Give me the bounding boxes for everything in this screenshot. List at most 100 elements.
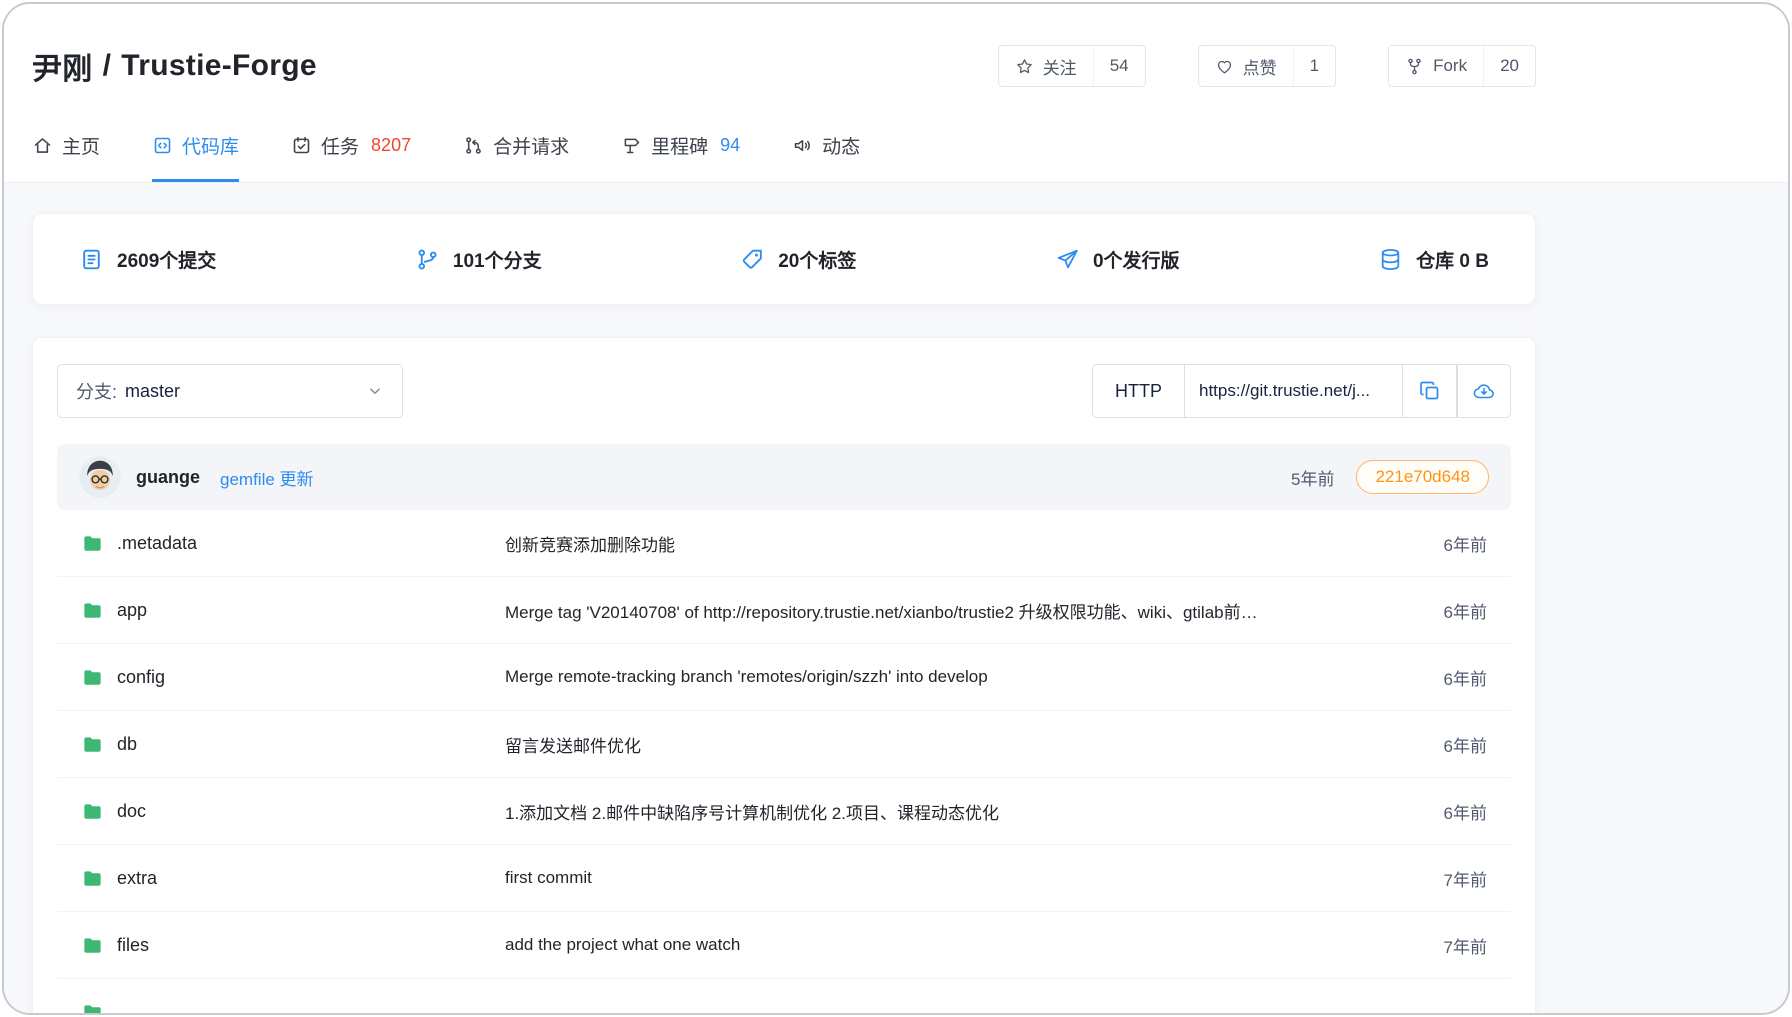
tab-bar: 主页 代码库 任务 8207 合并请求 里程碑	[32, 132, 1536, 182]
folder-icon	[81, 532, 104, 555]
activity-icon	[792, 135, 813, 156]
table-row[interactable]: db 留言发送邮件优化 6年前	[57, 711, 1511, 778]
tab-code-repo[interactable]: 代码库	[152, 132, 239, 182]
praise-button[interactable]: 点赞 1	[1198, 45, 1336, 87]
tab-tasks-label: 任务	[321, 132, 359, 159]
file-name-cell	[57, 1001, 505, 1016]
watch-count[interactable]: 54	[1093, 46, 1145, 86]
stat-releases[interactable]: 0个发行版	[1055, 246, 1180, 273]
fork-count[interactable]: 20	[1483, 46, 1535, 86]
tab-activity-label: 动态	[822, 132, 860, 159]
commit-message-link[interactable]: gemfile 更新	[220, 465, 314, 490]
repo-stats-bar: 2609个提交 101个分支 20个标签 0个发行版 仓库 0 B	[32, 213, 1536, 305]
files-toolbar: 分支: master HTTP	[57, 364, 1511, 418]
star-icon	[1015, 57, 1034, 76]
tab-activity[interactable]: 动态	[792, 132, 860, 182]
file-commit-message[interactable]: 创新竞赛添加删除功能	[505, 531, 1407, 556]
commit-icon	[79, 247, 104, 272]
avatar[interactable]	[79, 456, 121, 498]
commit-sha-badge[interactable]: 221e70d648	[1356, 460, 1489, 494]
page-title: 尹刚 / Trustie-Forge	[32, 44, 317, 88]
table-row[interactable]: .metadata 创新竞赛添加删除功能 6年前	[57, 510, 1511, 577]
tab-milestones-label: 里程碑	[651, 132, 708, 159]
file-commit-message[interactable]: first commit	[505, 868, 1407, 888]
file-commit-message[interactable]: Merge remote-tracking branch 'remotes/or…	[505, 667, 1407, 687]
commit-author: guange	[136, 467, 200, 488]
file-name-link[interactable]: app	[117, 600, 147, 621]
tab-tasks[interactable]: 任务 8207	[291, 132, 411, 182]
watch-button[interactable]: 关注 54	[998, 45, 1146, 87]
title-row: 尹刚 / Trustie-Forge 关注 54	[32, 4, 1536, 98]
file-commit-message[interactable]: 1.添加文档 2.邮件中缺陷序号计算机制优化 2.项目、课程动态优化	[505, 799, 1407, 824]
download-button[interactable]	[1457, 364, 1511, 418]
task-icon	[291, 135, 312, 156]
file-commit-time: 7年前	[1407, 933, 1511, 958]
table-row[interactable]: doc 1.添加文档 2.邮件中缺陷序号计算机制优化 2.项目、课程动态优化 6…	[57, 778, 1511, 845]
clone-url-input[interactable]	[1185, 364, 1403, 418]
code-repo-icon	[152, 135, 173, 156]
branch-value: master	[125, 381, 180, 402]
table-row[interactable]	[57, 979, 1511, 1015]
stat-commits[interactable]: 2609个提交	[79, 246, 216, 273]
folder-icon	[81, 1001, 104, 1016]
tab-milestones[interactable]: 里程碑 94	[621, 132, 740, 182]
fork-button[interactable]: Fork 20	[1388, 45, 1536, 87]
file-name-link[interactable]: extra	[117, 868, 157, 889]
stat-repo-size-label: 仓库 0 B	[1416, 246, 1489, 273]
table-row[interactable]: config Merge remote-tracking branch 'rem…	[57, 644, 1511, 711]
page-body: 2609个提交 101个分支 20个标签 0个发行版 仓库 0 B	[4, 183, 1788, 1015]
file-name-link[interactable]: config	[117, 667, 165, 688]
fork-icon	[1405, 57, 1424, 76]
file-commit-message[interactable]: 留言发送邮件优化	[505, 732, 1407, 757]
file-name-cell: files	[57, 934, 505, 957]
file-name-cell: extra	[57, 867, 505, 890]
copy-icon	[1418, 379, 1442, 403]
stat-branches[interactable]: 101个分支	[415, 246, 542, 273]
file-name-cell: doc	[57, 800, 505, 823]
praise-count[interactable]: 1	[1293, 46, 1335, 86]
file-name-link[interactable]: files	[117, 935, 149, 956]
heart-icon	[1215, 57, 1234, 76]
body-container: 2609个提交 101个分支 20个标签 0个发行版 仓库 0 B	[32, 213, 1536, 1015]
folder-icon	[81, 867, 104, 890]
repo-files-card: 分支: master HTTP	[32, 337, 1536, 1015]
owner-link[interactable]: 尹刚	[32, 44, 93, 88]
milestone-icon	[621, 135, 642, 156]
commit-time: 5年前	[1291, 465, 1334, 490]
table-row[interactable]: files add the project what one watch 7年前	[57, 912, 1511, 979]
copy-url-button[interactable]	[1403, 364, 1457, 418]
table-row[interactable]: app Merge tag 'V20140708' of http://repo…	[57, 577, 1511, 644]
tab-home[interactable]: 主页	[32, 132, 100, 182]
stat-branches-label: 101个分支	[453, 246, 542, 273]
table-row[interactable]: extra first commit 7年前	[57, 845, 1511, 912]
file-name-link[interactable]: doc	[117, 801, 146, 822]
chevron-down-icon	[366, 382, 384, 400]
home-icon	[32, 135, 53, 156]
tab-merge-requests[interactable]: 合并请求	[463, 132, 569, 182]
file-commit-message[interactable]: Merge tag 'V20140708' of http://reposito…	[505, 598, 1407, 623]
tab-merge-requests-label: 合并请求	[493, 132, 569, 159]
header-container: 尹刚 / Trustie-Forge 关注 54	[32, 4, 1536, 182]
protocol-select[interactable]: HTTP	[1092, 364, 1185, 418]
file-name-link[interactable]: .metadata	[117, 533, 197, 554]
file-name-link[interactable]: db	[117, 734, 137, 755]
repo-link[interactable]: Trustie-Forge	[121, 49, 317, 83]
clone-url-group: HTTP	[1092, 364, 1511, 418]
watch-label: 关注	[1043, 54, 1077, 79]
release-icon	[1055, 247, 1080, 272]
branch-selector[interactable]: 分支: master	[57, 364, 403, 418]
tab-tasks-count: 8207	[371, 135, 411, 156]
cloud-download-icon	[1472, 379, 1496, 403]
repo-action-buttons: 关注 54 点赞 1 Fork	[998, 45, 1536, 87]
file-commit-time: 7年前	[1407, 866, 1511, 891]
file-commit-time: 6年前	[1407, 732, 1511, 757]
latest-commit-bar: guange gemfile 更新 5年前 221e70d648	[57, 444, 1511, 510]
branch-label: 分支:	[76, 378, 117, 404]
repo-size-icon	[1378, 247, 1403, 272]
stat-tags[interactable]: 20个标签	[740, 246, 856, 273]
stat-repo-size[interactable]: 仓库 0 B	[1378, 246, 1489, 273]
folder-icon	[81, 733, 104, 756]
file-commit-message[interactable]: add the project what one watch	[505, 935, 1407, 955]
stat-releases-label: 0个发行版	[1093, 246, 1180, 273]
file-commit-time: 6年前	[1407, 665, 1511, 690]
